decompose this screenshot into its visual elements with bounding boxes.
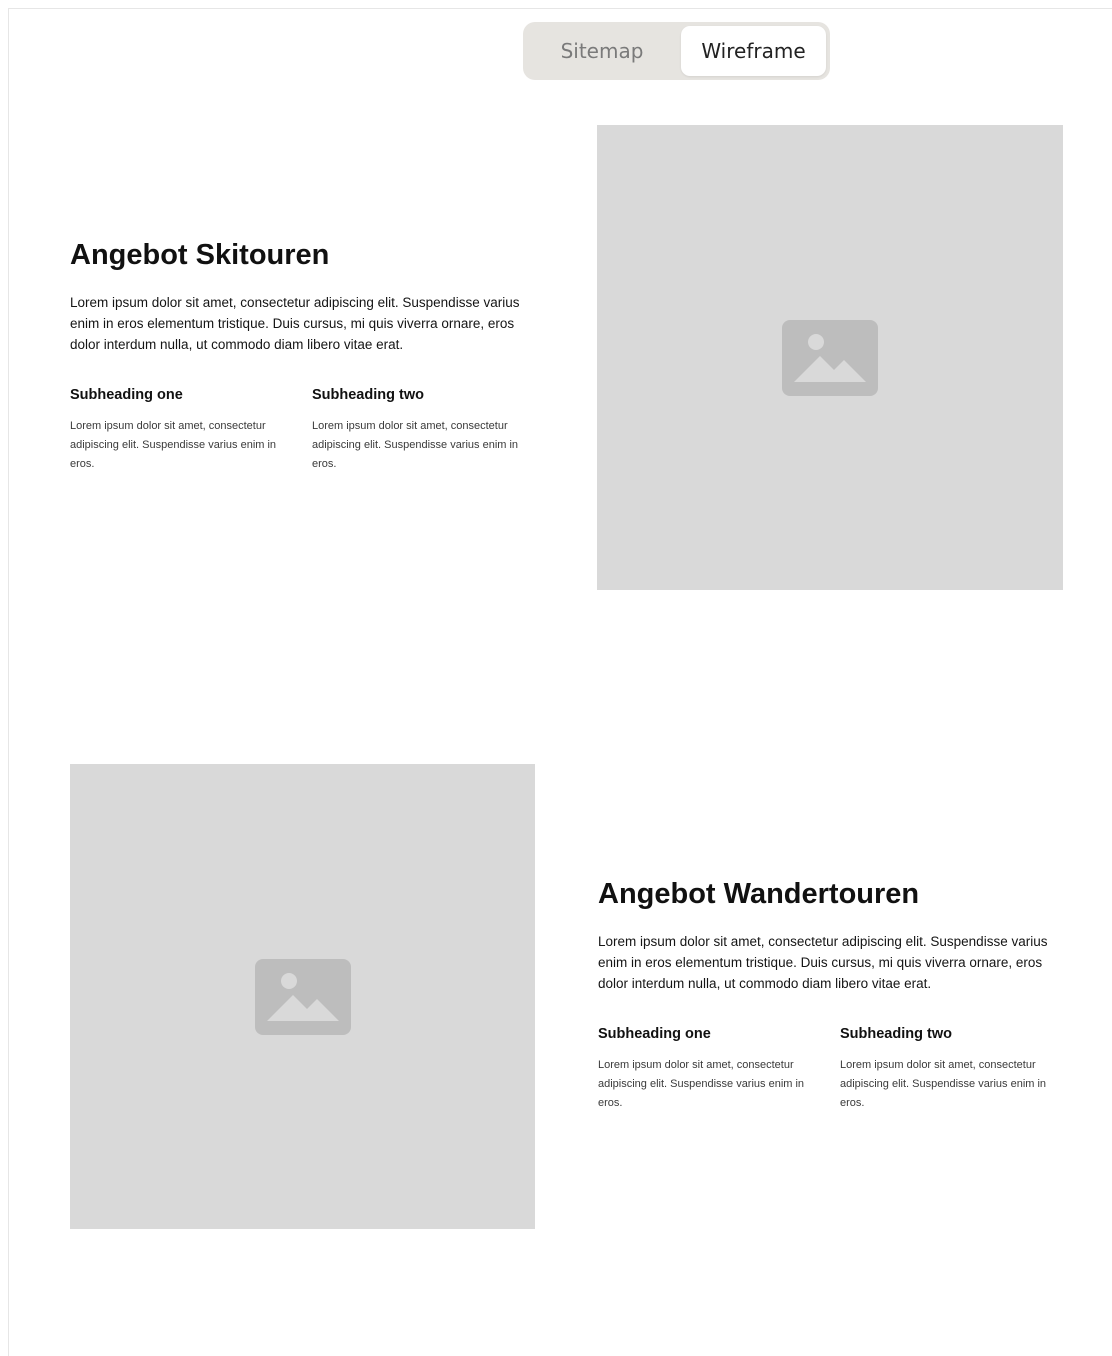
subheading-one: Subheading one <box>70 387 183 403</box>
column-text: Lorem ipsum dolor sit amet, consectetur … <box>840 1059 1047 1109</box>
column-one: Subheading one Lorem ipsum dolor sit ame… <box>598 1024 820 1113</box>
section-text: Lorem ipsum dolor sit amet, consectetur … <box>598 934 1048 991</box>
image-placeholder <box>597 125 1063 590</box>
subheading-columns: Subheading one Lorem ipsum dolor sit ame… <box>70 385 540 474</box>
section-title: Angebot Wandertouren <box>598 878 920 910</box>
subheading-columns: Subheading one Lorem ipsum dolor sit ame… <box>598 1024 1068 1113</box>
section-text: Lorem ipsum dolor sit amet, consectetur … <box>70 295 520 352</box>
section-title: Angebot Skitouren <box>70 239 330 271</box>
tab-sitemap[interactable]: Sitemap <box>527 26 677 76</box>
column-text: Lorem ipsum dolor sit amet, consectetur … <box>598 1059 805 1109</box>
subheading-two: Subheading two <box>840 1026 952 1042</box>
image-placeholder-icon <box>782 319 878 396</box>
column-one: Subheading one Lorem ipsum dolor sit ame… <box>70 385 292 474</box>
view-toggle: Sitemap Wireframe <box>523 22 830 80</box>
image-placeholder <box>70 764 535 1229</box>
image-placeholder-icon <box>254 958 351 1035</box>
column-two: Subheading two Lorem ipsum dolor sit ame… <box>312 385 534 474</box>
column-text: Lorem ipsum dolor sit amet, consectetur … <box>70 420 277 470</box>
section-wandertouren: Angebot Wandertouren Lorem ipsum dolor s… <box>598 877 1068 1113</box>
section-skitouren: Angebot Skitouren Lorem ipsum dolor sit … <box>70 238 540 474</box>
tab-wireframe[interactable]: Wireframe <box>681 26 826 76</box>
column-text: Lorem ipsum dolor sit amet, consectetur … <box>312 420 519 470</box>
subheading-two: Subheading two <box>312 387 424 403</box>
column-two: Subheading two Lorem ipsum dolor sit ame… <box>840 1024 1062 1113</box>
subheading-one: Subheading one <box>598 1026 711 1042</box>
